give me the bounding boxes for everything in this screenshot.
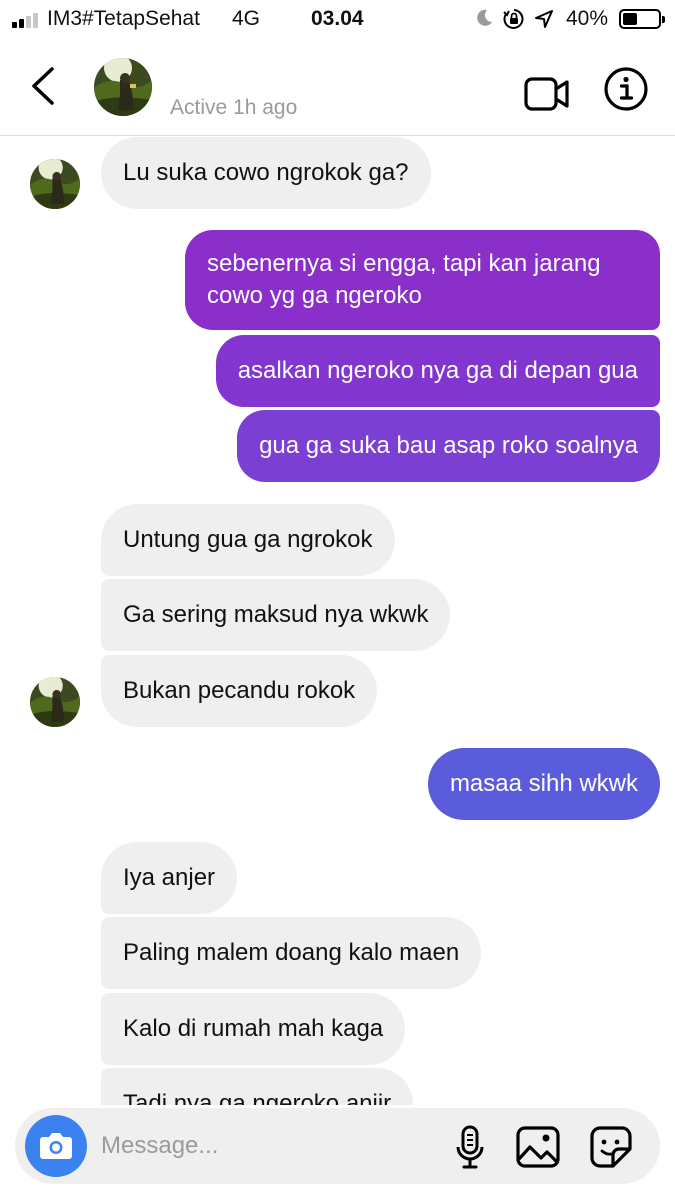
orientation-lock-icon — [503, 9, 524, 29]
moon-icon — [477, 9, 492, 26]
outgoing-message[interactable]: sebenernya si engga, tapi kan jarang cow… — [185, 230, 660, 330]
network-type: 4G — [232, 7, 261, 30]
incoming-message[interactable]: Lu suka cowo ngrokok ga? — [101, 137, 431, 209]
back-chevron-icon[interactable] — [28, 66, 60, 106]
chat-header: Active 1h ago — [0, 40, 675, 136]
message-thread[interactable]: Lu suka cowo ngrokok ga? sebenernya si e… — [0, 137, 675, 1105]
camera-button[interactable] — [25, 1115, 87, 1177]
incoming-message[interactable]: Tadi nya ga ngeroko anjir — [101, 1068, 414, 1105]
sticker-icon[interactable] — [589, 1125, 633, 1169]
incoming-message[interactable]: Paling malem doang kalo maen — [101, 917, 482, 989]
sender-avatar[interactable] — [30, 159, 80, 209]
status-bar: IM3#TetapSehat 4G 03.04 40% — [0, 0, 675, 40]
incoming-message[interactable]: Iya anjer — [101, 842, 238, 914]
battery-icon — [619, 9, 665, 29]
info-icon[interactable] — [603, 66, 649, 112]
location-arrow-icon — [535, 10, 553, 28]
incoming-message[interactable]: Ga sering maksud nya wkwk — [101, 579, 451, 651]
gallery-icon[interactable] — [515, 1125, 561, 1169]
battery-percentage: 40% — [566, 7, 609, 30]
sender-avatar[interactable] — [30, 677, 80, 727]
message-input[interactable] — [101, 1126, 441, 1166]
signal-icon — [12, 13, 38, 28]
outgoing-message[interactable]: gua ga suka bau asap roko soalnya — [237, 410, 660, 482]
video-camera-icon[interactable] — [523, 74, 571, 114]
microphone-icon[interactable] — [455, 1125, 485, 1169]
message-composer — [15, 1108, 660, 1184]
camera-icon — [40, 1133, 72, 1159]
incoming-message[interactable]: Bukan pecandu rokok — [101, 655, 378, 727]
contact-avatar[interactable] — [94, 58, 152, 116]
incoming-message[interactable]: Untung gua ga ngrokok — [101, 504, 395, 576]
carrier-name: IM3#TetapSehat — [47, 7, 200, 30]
incoming-message[interactable]: Kalo di rumah mah kaga — [101, 993, 406, 1065]
active-status: Active 1h ago — [170, 96, 298, 119]
clock: 03.04 — [311, 7, 364, 30]
outgoing-message[interactable]: asalkan ngeroko nya ga di depan gua — [215, 335, 660, 407]
outgoing-message[interactable]: masaa sihh wkwk — [427, 748, 660, 820]
